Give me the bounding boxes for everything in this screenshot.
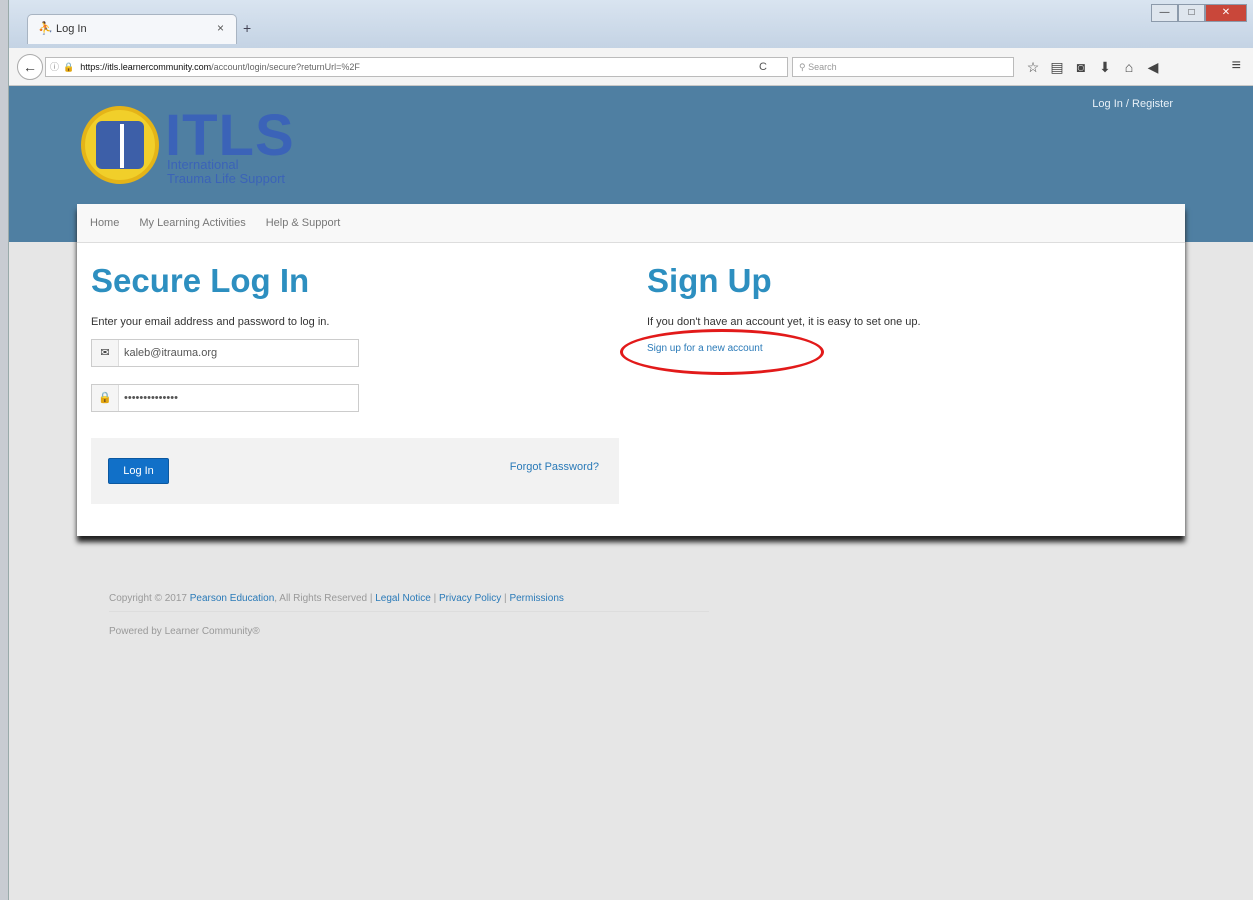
privacy-policy-link[interactable]: Privacy Policy: [439, 593, 501, 604]
pearson-link[interactable]: Pearson Education: [190, 593, 275, 604]
close-window-button[interactable]: ✕: [1205, 4, 1247, 22]
password-value: ••••••••••••••: [124, 392, 178, 404]
window-controls: — □ ✕: [1151, 4, 1247, 22]
email-value: kaleb@itrauma.org: [124, 347, 218, 359]
lock-icon: 🔒: [92, 385, 119, 411]
search-placeholder: Search: [808, 62, 837, 72]
toolbar-icons: ☆ ▤ ◙ ⬇ ⌂ ◀: [1021, 57, 1165, 77]
site-nav: Home My Learning Activities Help & Suppo…: [77, 204, 1185, 243]
nav-my-learning-activities[interactable]: My Learning Activities: [139, 204, 245, 242]
back-button[interactable]: ←: [17, 54, 43, 80]
legal-notice-link[interactable]: Legal Notice: [375, 593, 431, 604]
download-icon[interactable]: ⬇: [1093, 57, 1117, 77]
email-field[interactable]: ✉ kaleb@itrauma.org: [91, 339, 359, 367]
title-bar: ⛹ Log In × + — □ ✕: [9, 0, 1253, 48]
signup-intro: If you don't have an account yet, it is …: [647, 316, 921, 328]
star-of-life-icon: [81, 106, 159, 184]
person-icon: ⛹: [38, 21, 53, 35]
login-intro: Enter your email address and password to…: [91, 316, 330, 328]
login-heading: Secure Log In: [91, 262, 310, 299]
nav-home[interactable]: Home: [90, 204, 119, 242]
envelope-icon: ✉: [92, 340, 119, 366]
pocket-icon[interactable]: ◙: [1069, 57, 1093, 77]
forgot-password-link[interactable]: Forgot Password?: [510, 461, 599, 473]
browser-tab[interactable]: ⛹ Log In ×: [27, 14, 237, 44]
send-icon[interactable]: ◀: [1141, 57, 1165, 77]
login-card: Home My Learning Activities Help & Suppo…: [77, 204, 1185, 536]
url-host: https://itls.learnercommunity.com: [80, 62, 212, 72]
lock-icon: 🔒: [63, 62, 75, 72]
footer-divider: [109, 611, 709, 612]
minimize-button[interactable]: —: [1151, 4, 1178, 22]
info-icon[interactable]: ⓘ: [50, 62, 59, 72]
permissions-link[interactable]: Permissions: [509, 593, 563, 604]
home-icon[interactable]: ⌂: [1117, 57, 1141, 77]
footer-copyright: Copyright © 2017 Pearson Education, All …: [109, 593, 564, 604]
navigation-toolbar: ← ⓘ 🔒 https://itls.learnercommunity.com/ac…: [9, 48, 1253, 86]
url-path: /account/login/secure?returnUrl=%2F: [211, 62, 360, 72]
browser-window: ⛹ Log In × + — □ ✕ ← ⓘ 🔒 https://itls.lear…: [8, 0, 1253, 900]
maximize-button[interactable]: □: [1178, 4, 1205, 22]
password-field[interactable]: 🔒 ••••••••••••••: [91, 384, 359, 412]
menu-icon[interactable]: ≡: [1232, 57, 1241, 75]
bookmark-star-icon[interactable]: ☆: [1021, 57, 1045, 77]
url-bar[interactable]: ⓘ 🔒 https://itls.learnercommunity.com/acco…: [45, 57, 788, 77]
reload-icon[interactable]: C: [759, 61, 767, 73]
login-button[interactable]: Log In: [108, 458, 169, 484]
close-tab-icon[interactable]: ×: [217, 21, 224, 35]
red-circle-annotation: [620, 329, 824, 375]
new-tab-button[interactable]: +: [243, 20, 251, 36]
login-actions: Log In Forgot Password?: [91, 438, 619, 504]
search-input[interactable]: ⚲ Search: [792, 57, 1014, 77]
signup-heading: Sign Up: [647, 262, 772, 299]
login-register-link[interactable]: Log In / Register: [1092, 98, 1173, 110]
search-icon: ⚲: [799, 62, 809, 72]
nav-help-support[interactable]: Help & Support: [266, 204, 341, 242]
footer-powered-by: Powered by Learner Community®: [109, 626, 260, 637]
tab-title: Log In: [56, 23, 87, 35]
logo-subtitle: International Trauma Life Support: [167, 157, 286, 186]
itls-logo[interactable]: ITLS International Trauma Life Support: [81, 103, 331, 196]
reading-list-icon[interactable]: ▤: [1045, 57, 1069, 77]
